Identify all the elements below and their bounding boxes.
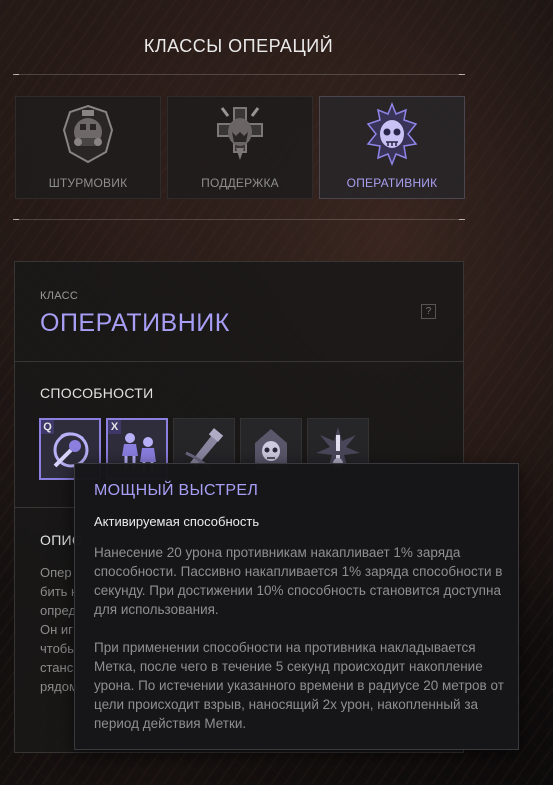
class-name: ОПЕРАТИВНИК <box>40 309 230 337</box>
tab-operative[interactable]: ОПЕРАТИВНИК <box>319 96 465 199</box>
operative-emblem-icon <box>366 102 418 166</box>
tab-assault-label: ШТУРМОВИК <box>48 176 128 190</box>
tab-operative-label: ОПЕРАТИВНИК <box>346 176 438 190</box>
tooltip-paragraph-effect: При применении способности на противника… <box>94 640 504 731</box>
tab-support-label: ПОДДЕРЖКА <box>201 176 279 190</box>
divider-top <box>13 74 465 75</box>
ability-key-x: X <box>108 420 121 434</box>
class-caption: КЛАСС <box>40 290 79 302</box>
tooltip-paragraph-charge: Нанесение 20 урона противникам накаплива… <box>94 545 503 617</box>
help-button[interactable]: ? <box>421 304 436 319</box>
class-tabs: ШТУРМОВИК ПОДДЕРЖКА ОПЕРАТИВНИК <box>15 96 465 199</box>
tooltip-title: МОЩНЫЙ ВЫСТРЕЛ <box>94 482 259 499</box>
abilities-heading: СПОСОБНОСТИ <box>40 385 154 401</box>
tab-assault[interactable]: ШТУРМОВИК <box>15 96 161 199</box>
page-title: КЛАССЫ ОПЕРАЦИЙ <box>143 36 334 56</box>
class-header: КЛАСС ОПЕРАТИВНИК ? <box>15 262 463 362</box>
divider-bottom <box>13 219 465 220</box>
assault-emblem-icon <box>62 104 114 164</box>
tab-support[interactable]: ПОДДЕРЖКА <box>167 96 313 199</box>
ability-key-q: Q <box>41 420 54 434</box>
tooltip-ability-type: Активируемая способность <box>94 514 260 529</box>
support-emblem-icon <box>217 107 263 160</box>
ability-tooltip: МОЩНЫЙ ВЫСТРЕЛ Активируемая способность … <box>74 463 519 750</box>
